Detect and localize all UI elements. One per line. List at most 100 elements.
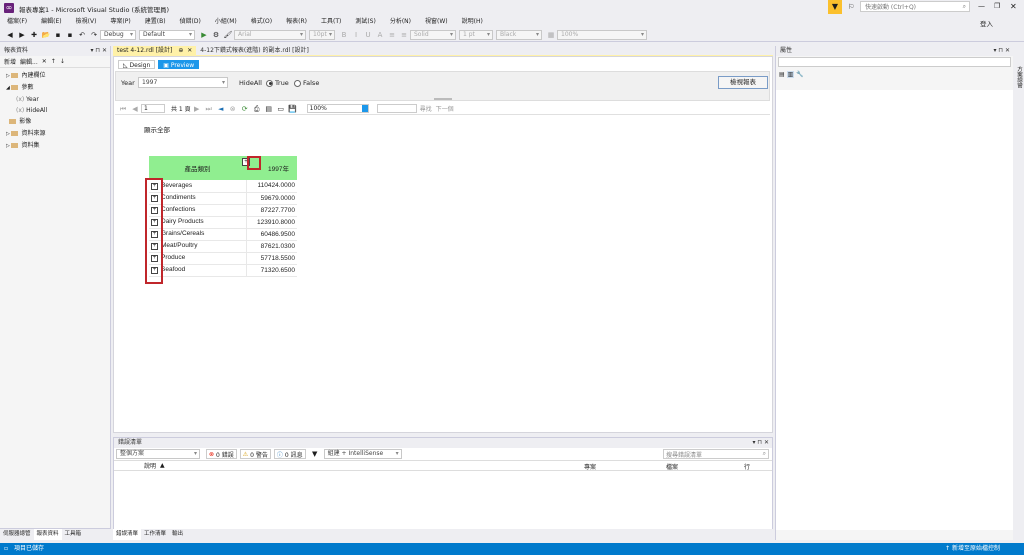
save-icon[interactable]: ▪ [53,30,63,40]
false-radio[interactable]: False [294,79,319,87]
print-layout-icon[interactable]: ▤ [264,104,274,114]
build-intellisense-dropdown[interactable]: 組建 + IntelliSense [323,449,402,459]
align-center-icon[interactable]: ≡ [399,30,409,40]
prev-page-icon[interactable]: ◀ [130,104,140,114]
menu-item[interactable]: 分析(N) [383,16,418,28]
last-page-icon[interactable]: ⏭ [204,104,214,114]
zoom-dropdown[interactable]: 100% [557,29,647,40]
back-icon[interactable]: ◀ [5,30,15,40]
undo-icon[interactable]: ↶ [77,30,87,40]
menu-item[interactable]: 視窗(W) [418,16,455,28]
print-icon[interactable]: ⎙ [252,104,262,114]
find-link[interactable]: 尋找 [420,104,432,113]
borders-icon[interactable]: ▦ [546,30,556,40]
menu-item[interactable]: 報表(R) [279,16,314,28]
alphabetical-icon[interactable]: ▥ [786,70,795,78]
tree-item[interactable]: ▷ 資料來源 [6,128,110,140]
border-color-dropdown[interactable]: Black [496,29,542,40]
menu-item[interactable]: 格式(O) [244,16,279,28]
tree-item[interactable]: ▷ 資料集 [6,140,110,152]
config-dropdown[interactable]: Debug [100,29,136,40]
find-next-link[interactable]: 下一個 [436,104,454,113]
text-color-icon[interactable]: A [375,30,385,40]
paint-icon[interactable]: 🖌 [223,30,233,40]
menu-item[interactable]: 檔案(F) [0,16,34,28]
page-number-input[interactable]: 1 [141,104,165,113]
menu-item[interactable]: 偵錯(D) [173,16,208,28]
left-tab[interactable]: 工具箱 [62,529,85,540]
move-down-icon[interactable]: ↓ [60,58,65,65]
menu-item[interactable]: 說明(H) [455,16,490,28]
property-pages-icon[interactable]: 🔧 [796,71,803,78]
bottom-tab[interactable]: 工作清單 [141,529,169,540]
object-selector[interactable] [778,57,1011,67]
year-param-dropdown[interactable]: 1997 [138,77,228,88]
tree-item[interactable]: 影像 [6,116,110,128]
border-width-dropdown[interactable]: 1 pt [459,29,493,40]
bottom-tab[interactable]: 輸出 [169,529,186,540]
move-up-icon[interactable]: ↑ [51,58,56,65]
redo-icon[interactable]: ↷ [89,30,99,40]
menu-item[interactable]: 建置(B) [138,16,173,28]
pin-icon[interactable]: ▾ ⊓ ✕ [90,46,107,56]
report-zoom-dropdown[interactable]: 100% [306,104,369,113]
save-all-icon[interactable]: ▪ [65,30,75,40]
tree-item[interactable]: (x) HideAll [6,105,110,116]
menu-item[interactable]: 小組(M) [208,16,244,28]
menu-item[interactable]: 工具(T) [314,16,348,28]
error-search-input[interactable]: 搜尋錯誤清單 ⌕ [663,449,769,459]
true-radio[interactable]: True [266,79,289,87]
first-page-icon[interactable]: ⏮ [118,104,128,114]
attach-icon[interactable]: ⚙ [211,30,221,40]
view-report-button[interactable]: 檢視報表 [718,76,768,89]
italic-icon[interactable]: I [351,30,361,40]
column-description[interactable]: 說明 [144,461,156,470]
start-icon[interactable]: ▶ [199,30,209,40]
border-style-dropdown[interactable]: Solid [410,29,456,40]
design-tab[interactable]: ◺ Design [118,60,156,69]
menu-item[interactable]: 檢視(V) [69,16,104,28]
forward-icon[interactable]: ▶ [17,30,27,40]
bottom-tab[interactable]: 錯誤清單 [113,529,142,540]
underline-icon[interactable]: U [363,30,373,40]
export-icon[interactable]: 💾 [288,104,298,114]
page-setup-icon[interactable]: ▭ [276,104,286,114]
close-window-button[interactable]: ✕ [1010,2,1017,11]
edit-button[interactable]: 編輯... [20,57,38,66]
column-project[interactable]: 專案 [584,462,596,471]
filter-icon[interactable]: ▼ [828,0,842,14]
solution-explorer-side-tab[interactable]: 方案總管 [1015,66,1023,88]
splitter-handle[interactable] [434,98,452,100]
next-page-icon[interactable]: ▶ [192,104,202,114]
bold-icon[interactable]: B [339,30,349,40]
open-icon[interactable]: 📂 [41,30,51,40]
left-tab[interactable]: 伺服器總管 [0,529,34,540]
menu-item[interactable]: 測試(S) [348,16,383,28]
delete-icon[interactable]: ✕ [42,58,47,65]
left-tab[interactable]: 報表資料 [33,529,62,540]
platform-dropdown[interactable]: Default [139,29,195,40]
stop-icon[interactable]: ⊗ [228,104,238,114]
new-button[interactable]: 新增 [4,57,16,66]
error-list-pin-icon[interactable]: ▾ ⊓ ✕ [752,438,769,448]
quick-launch-input[interactable]: 快速啟動 (Ctrl+Q) ⌕ [860,1,970,12]
tree-item[interactable]: (x) Year [6,94,110,105]
preview-tab[interactable]: ▣ Preview [158,60,200,69]
categorized-icon[interactable]: ▤ [779,71,785,78]
tree-item[interactable]: ◢ 參數 [6,82,110,94]
align-left-icon[interactable]: ≡ [387,30,397,40]
column-file[interactable]: 檔案 [666,462,678,471]
pin-tab-icon[interactable]: ⊕ [178,47,183,54]
tree-item[interactable]: ▷ 內建欄位 [6,70,110,82]
close-tab-icon[interactable]: ✕ [187,47,192,54]
back-to-parent-icon[interactable]: ◄ [216,104,226,114]
errors-filter-button[interactable]: ⊗ 0 錯誤 [206,449,237,459]
size-dropdown[interactable]: 10pt [309,29,335,40]
font-dropdown[interactable]: Arial [234,29,306,40]
scope-dropdown[interactable]: 整個方案 [116,449,200,459]
menu-item[interactable]: 編輯(E) [34,16,68,28]
restore-button[interactable]: ❐ [994,2,1000,10]
messages-filter-button[interactable]: ⓘ 0 訊息 [273,449,306,459]
refresh-icon[interactable]: ⟳ [240,104,250,114]
minimize-button[interactable]: — [978,2,985,10]
